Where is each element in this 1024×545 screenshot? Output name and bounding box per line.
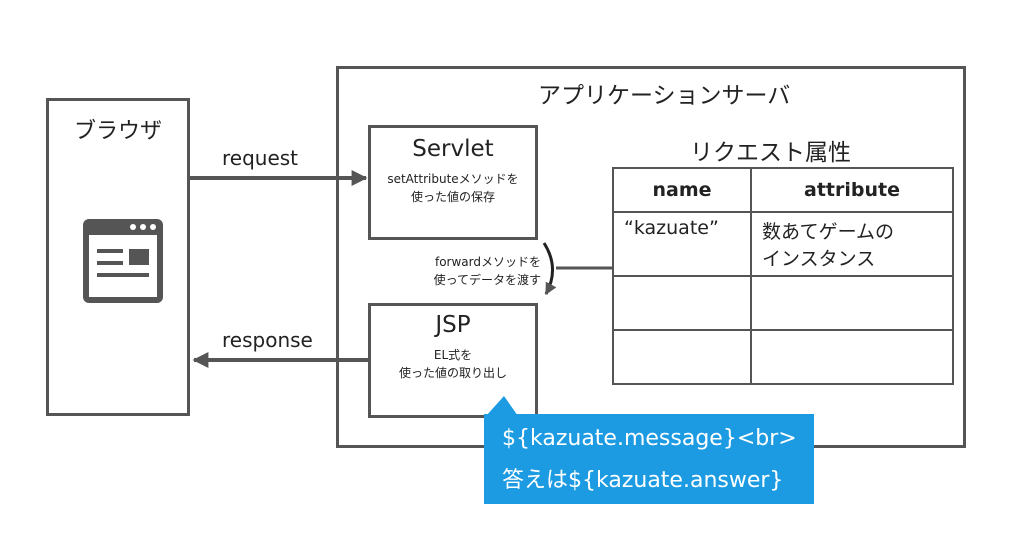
jsp-name: JSP [435,312,471,338]
servlet-box: Servlet setAttributeメソッドを 使った値の保存 [368,125,538,240]
browser-box: ブラウザ [46,98,190,416]
servlet-name: Servlet [412,136,494,162]
jsp-desc-line1: EL式を [433,348,473,362]
attribute-table-title: リクエスト属性 [690,140,851,166]
column-header-name: name [612,167,752,213]
cell-attribute-line1: 数あてゲームの [762,221,895,243]
cell-attribute: 数あてゲームの インスタンス [750,211,954,277]
cell-attribute-line2: インスタンス [762,248,876,270]
table-row [612,275,954,331]
app-server-title: アプリケーションサーバ [538,83,791,109]
attribute-table: name attribute “kazuate” 数あてゲームの インスタンス [612,167,954,385]
callout-line2: 答えは${kazuate.answer} [502,468,784,493]
cell-name [612,329,752,385]
jsp-desc-line2: 使った値の取り出し [398,366,507,380]
servlet-desc-line1: setAttributeメソッドを [387,172,519,186]
table-header-row: name attribute [612,167,954,213]
table-row [612,329,954,385]
forward-desc-line2: 使ってデータを渡す [433,273,541,287]
column-header-attribute: attribute [750,167,954,213]
table-row: “kazuate” 数あてゲームの インスタンス [612,211,954,277]
cell-attribute [750,275,954,331]
cell-name [612,275,752,331]
cell-name: “kazuate” [612,211,752,277]
cell-attribute [750,329,954,385]
callout-line1: ${kazuate.message}<br> [502,426,797,451]
forward-desc-line1: forwardメソッドを [434,255,541,269]
el-callout: ${kazuate.message}<br> 答えは${kazuate.answ… [484,414,814,504]
browser-title: ブラウザ [73,119,162,144]
response-label: response [222,328,313,352]
browser-window-icon [83,219,163,303]
request-label: request [222,146,299,170]
callout-pointer [486,396,518,416]
servlet-desc-line2: 使った値の保存 [410,190,495,204]
